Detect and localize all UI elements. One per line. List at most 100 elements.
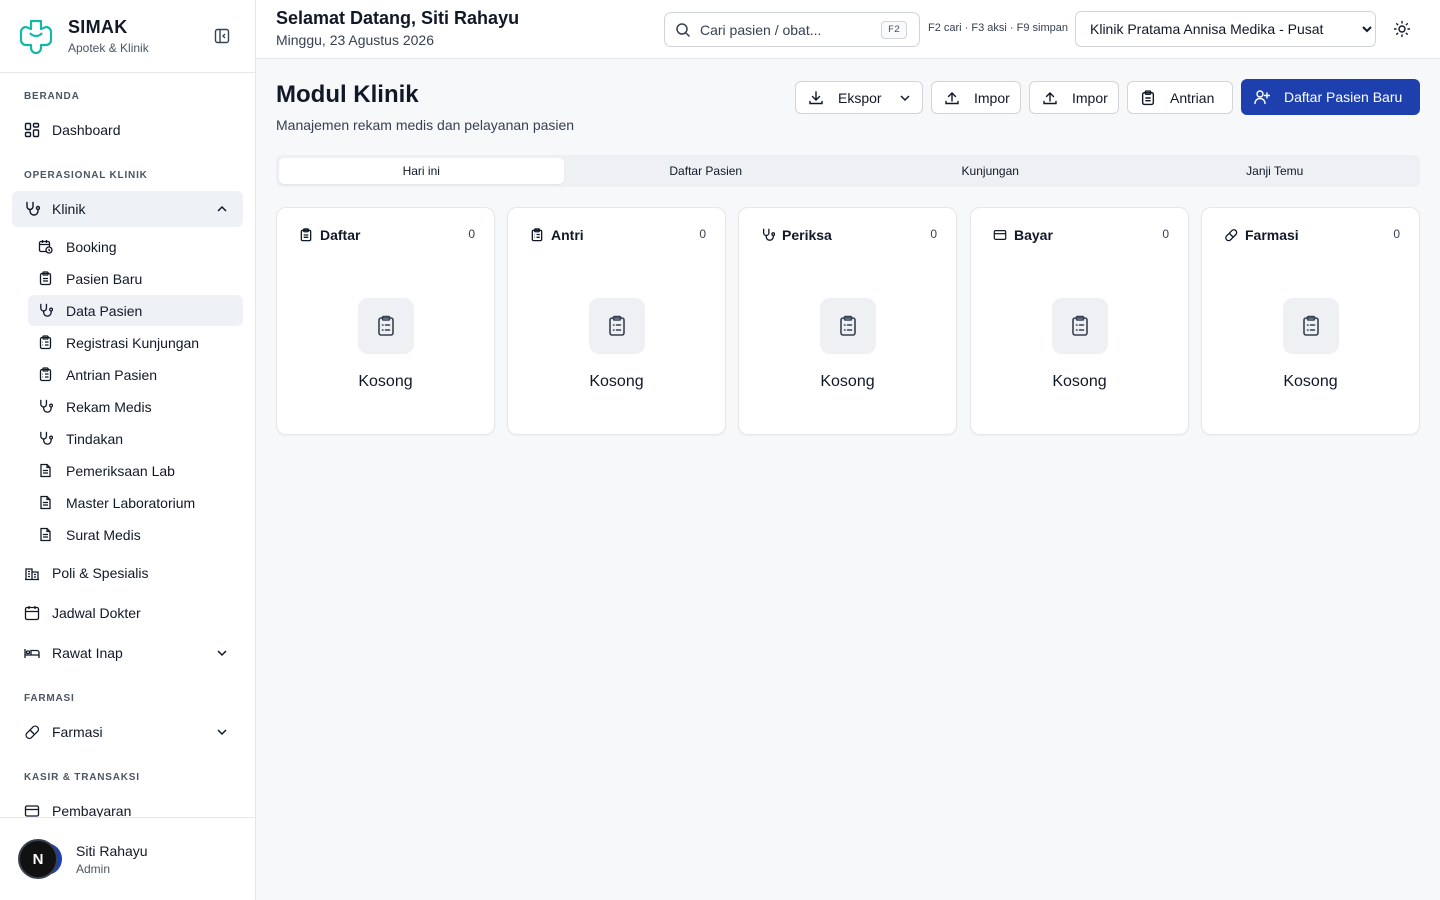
- stethoscope-icon: [24, 201, 40, 217]
- column-daftar: Daftar 0 Kosong: [276, 207, 495, 435]
- export-button[interactable]: Ekspor: [795, 81, 923, 114]
- sidebar-subitem-label: Booking: [66, 238, 117, 255]
- register-patient-button[interactable]: Daftar Pasien Baru: [1241, 79, 1420, 115]
- avatar: N: [18, 839, 66, 879]
- column-count: 0: [468, 227, 475, 241]
- clipboard-list-icon: [38, 335, 53, 350]
- calendar-clock-icon: [38, 239, 53, 254]
- sidebar-subitem-label: Tindakan: [66, 430, 124, 447]
- clipboard-icon: [38, 271, 53, 286]
- sidebar-subitem-master-laboratorium[interactable]: Master Laboratorium: [28, 487, 243, 518]
- credit-card-icon: [24, 803, 40, 817]
- theme-toggle-button[interactable]: [1393, 20, 1411, 38]
- column-count: 0: [1393, 227, 1400, 241]
- search-shortcut-badge: F2: [880, 21, 907, 39]
- column-farmasi: Farmasi 0 Kosong: [1201, 207, 1420, 435]
- brand-subtitle: Apotek & Klinik: [68, 41, 149, 55]
- sidebar-item-label: Klinik: [52, 201, 86, 217]
- pill-icon: [24, 724, 40, 740]
- chevron-up-icon: [217, 205, 227, 212]
- sidebar-item-label: Dashboard: [52, 122, 121, 138]
- pill-icon: [1224, 228, 1238, 242]
- page-subtitle: Manajemen rekam medis dan pelayanan pasi…: [276, 117, 575, 133]
- sidebar-subitem-registrasi-kunjungan[interactable]: Registrasi Kunjungan: [28, 327, 243, 358]
- empty-state-text: Kosong: [1283, 373, 1338, 390]
- sidebar-subitem-surat-medis[interactable]: Surat Medis: [28, 519, 243, 550]
- sidebar-item-klinik[interactable]: Klinik: [12, 191, 243, 227]
- sidebar-subitem-label: Master Laboratorium: [66, 494, 196, 511]
- column-bayar: Bayar 0 Kosong: [970, 207, 1189, 435]
- main-content: Modul Klinik Manajemen rekam medis dan p…: [256, 59, 1440, 900]
- page-title: Modul Klinik: [276, 81, 419, 108]
- stethoscope-icon: [38, 431, 53, 446]
- sidebar-item-farmasi[interactable]: Farmasi: [12, 714, 243, 750]
- empty-state-text: Kosong: [1052, 373, 1107, 390]
- tab-daftar-pasien[interactable]: Daftar Pasien: [564, 158, 849, 184]
- calendar-icon: [24, 605, 40, 621]
- column-count: 0: [699, 227, 706, 241]
- column-header: Daftar: [299, 227, 360, 243]
- panel-left-icon: [214, 28, 230, 44]
- import-label: Impor: [1072, 89, 1108, 106]
- brand: SIMAK Apotek & Klinik: [0, 0, 255, 73]
- tab-hari-ini[interactable]: Hari ini: [279, 158, 564, 184]
- sidebar-subitem-antrian-pasien[interactable]: Antrian Pasien: [28, 359, 243, 390]
- sidebar-subitem-label: Pemeriksaan Lab: [66, 462, 175, 479]
- clipboard-icon: [1140, 89, 1156, 106]
- clipboard-list-icon: [530, 228, 544, 242]
- sidebar-subitem-rekam-medis[interactable]: Rekam Medis: [28, 391, 243, 422]
- greeting-date: Minggu, 23 Agustus 2026: [276, 32, 435, 48]
- sidebar-subitem-label: Data Pasien: [66, 302, 143, 319]
- queue-button[interactable]: Antrian: [1127, 81, 1233, 114]
- sidebar-item-poli[interactable]: Poli & Spesialis: [12, 555, 243, 591]
- download-icon: [808, 90, 824, 106]
- sidebar-subitem-data-pasien[interactable]: Data Pasien: [28, 295, 243, 326]
- sidebar-item-rawat-inap[interactable]: Rawat Inap: [12, 635, 243, 671]
- sidebar-item-dashboard[interactable]: Dashboard: [12, 112, 243, 148]
- sidebar-subitem-label: Antrian Pasien: [66, 366, 158, 383]
- clipboard-list-icon: [38, 367, 53, 382]
- import-button-1[interactable]: Impor: [931, 81, 1021, 114]
- brand-name: SIMAK: [68, 17, 128, 37]
- greeting-title: Selamat Datang, Siti Rahayu: [276, 8, 520, 28]
- sidebar-item-pembayaran[interactable]: Pembayaran: [12, 793, 243, 817]
- column-title: Bayar: [1014, 227, 1053, 243]
- sidebar-subitem-pemeriksaan-lab[interactable]: Pemeriksaan Lab: [28, 455, 243, 486]
- sun-icon: [1393, 20, 1411, 38]
- sidebar-subitem-tindakan[interactable]: Tindakan: [28, 423, 243, 454]
- user-plus-icon: [1254, 89, 1270, 105]
- sidebar-item-jadwal[interactable]: Jadwal Dokter: [12, 595, 243, 631]
- sidebar-subitem-pasien-baru[interactable]: Pasien Baru: [28, 263, 243, 294]
- keyboard-shortcuts-hint: F2 cari · F3 aksi · F9 simpan: [928, 22, 1068, 34]
- user-profile[interactable]: N Siti Rahayu Admin: [0, 817, 255, 900]
- queue-label: Antrian: [1170, 89, 1215, 106]
- empty-clipboard-icon: [820, 298, 876, 354]
- column-antri: Antri 0 Kosong: [507, 207, 726, 435]
- search-input[interactable]: [700, 21, 870, 38]
- section-title-farmasi: FARMASI: [24, 693, 75, 704]
- column-title: Daftar: [320, 227, 361, 243]
- clipboard-icon: [299, 228, 313, 242]
- import-button-2[interactable]: Impor: [1029, 81, 1119, 114]
- sidebar-item-label: Pembayaran: [52, 803, 132, 817]
- upload-icon: [944, 90, 960, 106]
- tab-janji-temu[interactable]: Janji Temu: [1133, 158, 1418, 184]
- file-text-icon: [38, 495, 53, 510]
- sidebar-item-label: Poli & Spesialis: [52, 565, 149, 581]
- stethoscope-icon: [38, 399, 53, 414]
- search-box[interactable]: F2: [664, 12, 920, 47]
- section-title-kasir: KASIR & TRANSAKSI: [24, 772, 140, 783]
- clinic-select[interactable]: Klinik Pratama Annisa Medika - Pusat: [1075, 11, 1376, 47]
- empty-state-text: Kosong: [358, 373, 413, 390]
- empty-clipboard-icon: [1283, 298, 1339, 354]
- sidebar-item-label: Rawat Inap: [52, 645, 123, 661]
- tab-kunjungan[interactable]: Kunjungan: [848, 158, 1133, 184]
- credit-card-icon: [993, 228, 1007, 242]
- column-title: Antri: [551, 227, 584, 243]
- sidebar-collapse-button[interactable]: [213, 27, 231, 45]
- sidebar-subitem-booking[interactable]: Booking: [28, 231, 243, 262]
- search-icon: [675, 22, 691, 38]
- chevron-down-icon: [217, 729, 227, 736]
- sidebar-subitem-label: Pasien Baru: [66, 270, 143, 287]
- empty-clipboard-icon: [1052, 298, 1108, 354]
